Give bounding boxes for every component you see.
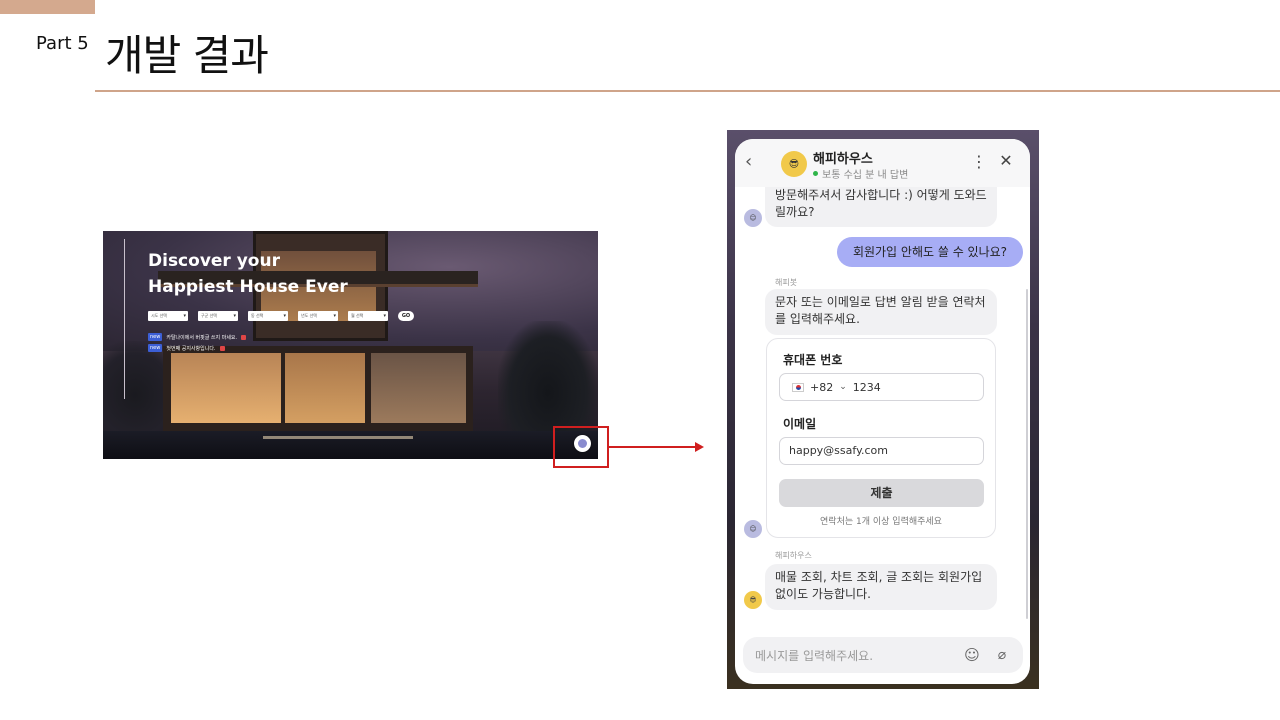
more-menu-icon[interactable]: ⋮ [971,153,987,171]
new-dot-icon [241,334,247,340]
sido-select[interactable]: 시도 선택 [148,311,188,321]
go-button[interactable]: GO [398,311,414,321]
phone-value: 1234 [852,380,881,394]
bot-message: 매물 조회, 차트 조회, 글 조회는 회원가입 없이도 가능합니다. [765,564,997,610]
email-label: 이메일 [783,417,817,431]
bot-avatar-small: ☺ [744,209,762,227]
bot-name: 해피하우스 [813,152,873,167]
slide-accent-bar [0,0,95,14]
phone-field[interactable]: +82 ⌄ 1234 [779,373,984,401]
bot-avatar-small: ☺ [744,520,762,538]
emoji-icon[interactable]: ☺ [963,646,981,664]
notice-text: 카탈나이에서 버핏글 쓰지 마세요. [166,334,238,341]
message-input-bar[interactable]: 메시지를 입력해주세요. ☺ ⌀ [743,637,1023,673]
chat-header: ‹ 😎 해피하우스 보통 수십 분 내 답변 ⋮ ✕ [735,139,1030,187]
contact-form-card: 휴대폰 번호 +82 ⌄ 1234 이메일 happy@ssafy.com 제출… [766,338,996,538]
notice-item[interactable]: new 첫번째 공지사항입니다. [148,344,225,352]
search-filter-row: 시도 선택 구군 선택 동 선택 년도 선택 월 선택 GO [148,311,414,321]
arrow-line [609,446,697,448]
house-room-light [285,353,365,423]
notice-text: 첫번째 공지사항입니다. [166,345,216,352]
chat-scrollbar[interactable] [1026,289,1028,619]
house-room-light [171,353,281,423]
highlight-box [553,426,609,468]
submit-button[interactable]: 제출 [779,479,984,507]
trees-right [498,321,598,441]
title-divider [95,90,1280,92]
chat-window: ‹ 😎 해피하우스 보통 수십 분 내 답변 ⋮ ✕ 방문해주셔서 감사합니다 … [735,139,1030,684]
pool-reflection [263,436,413,439]
phone-label: 휴대폰 번호 [783,353,843,367]
website-screenshot: Discover your Happiest House Ever 시도 선택 … [103,231,598,459]
new-badge: new [148,344,163,352]
new-dot-icon [219,345,225,351]
part-label: Part 5 [36,33,89,54]
chevron-down-icon[interactable]: ⌄ [839,382,847,392]
attach-icon[interactable]: ⌀ [993,646,1011,664]
form-hint: 연락처는 1개 이상 입력해주세요 [820,517,942,527]
status-text: 보통 수십 분 내 답변 [822,170,909,181]
bot-status: 보통 수십 분 내 답변 [813,166,908,181]
gugun-select[interactable]: 구군 선택 [198,311,238,321]
country-code[interactable]: +82 [810,381,833,394]
user-message: 회원가입 안해도 쓸 수 있나요? [837,237,1023,267]
message-input[interactable]: 메시지를 입력해주세요. [755,647,873,664]
hero-heading-line2: Happiest House Ever [148,277,348,297]
month-select[interactable]: 월 선택 [348,311,388,321]
house-room-light [371,353,466,423]
arrow-head-icon [695,442,704,452]
sender-name: 해피하우스 [775,551,812,560]
hero-heading-line1: Discover your [148,251,280,271]
new-badge: new [148,333,163,341]
email-field[interactable]: happy@ssafy.com [779,437,984,465]
chat-screenshot: ‹ 😎 해피하우스 보통 수십 분 내 답변 ⋮ ✕ 방문해주셔서 감사합니다 … [727,130,1039,689]
korea-flag-icon[interactable] [792,382,804,392]
close-icon[interactable]: ✕ [997,152,1015,170]
year-select[interactable]: 년도 선택 [298,311,338,321]
bot-message: 방문해주셔서 감사합니다 :) 어떻게 도와드릴까요? [765,187,997,227]
bot-avatar-small: 😎 [744,591,762,609]
bot-message: 문자 또는 이메일로 답변 알림 받을 연락처를 입력해주세요. [765,289,997,335]
slide-title: 개발 결과 [105,31,269,80]
notice-item[interactable]: new 카탈나이에서 버핏글 쓰지 마세요. [148,333,247,341]
back-icon[interactable]: ‹ [745,153,761,171]
online-dot-icon [813,171,818,176]
dong-select[interactable]: 동 선택 [248,311,288,321]
bot-avatar: 😎 [781,151,807,177]
sender-name: 해피봇 [775,278,798,287]
hero-divider [124,239,125,399]
